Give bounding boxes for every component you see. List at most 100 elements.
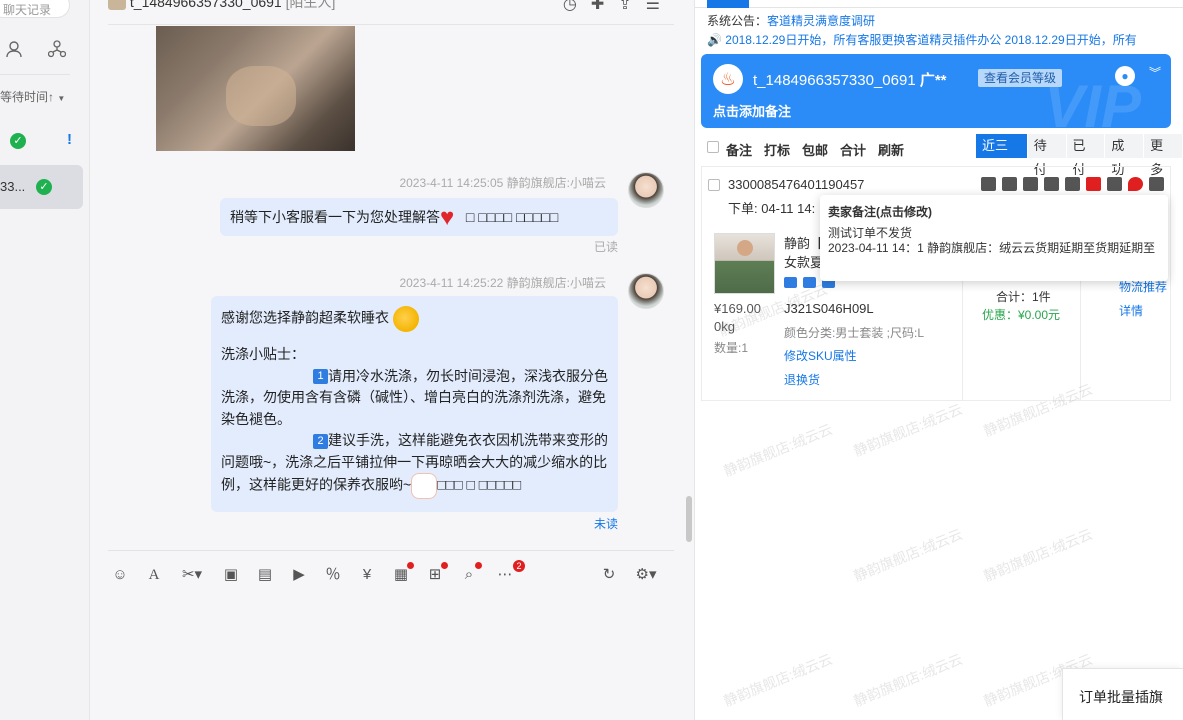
input-toolbar: ☺ A ✂▾ ▣ ▤ ▶ ％ ¥ ▦ ⊞ ⌕ ⋯ 2 ↻ ⚙▾ <box>108 550 674 598</box>
flag-button[interactable]: 打标 <box>764 140 790 159</box>
batch-flag-button[interactable]: 订单批量插旗 <box>1062 668 1183 720</box>
sidebar-icons <box>0 40 90 60</box>
remark-button[interactable]: 备注 <box>726 140 752 159</box>
order-time: 下单: 04-11 14: <box>728 201 816 216</box>
survey-link[interactable]: 客道精灵满意度调研 <box>767 14 875 28</box>
share-icon[interactable]: ⇪ <box>618 0 645 13</box>
order-id[interactable]: 3300085476401190457 <box>728 177 864 192</box>
tag-icon[interactable] <box>981 177 996 191</box>
sort-label: 等待时间↑ <box>0 90 55 104</box>
coupon-icon[interactable]: ¥ <box>357 565 377 585</box>
group-icon[interactable] <box>48 40 66 58</box>
number-1-icon: 1 <box>313 369 328 385</box>
filter-success[interactable]: 成功 <box>1105 134 1145 177</box>
view-level-button[interactable]: 查看会员等级 <box>978 69 1063 87</box>
package-icon[interactable] <box>1023 177 1038 191</box>
number-2-icon: 2 <box>313 433 328 449</box>
tooltip-title[interactable]: 卖家备注(点击修改) <box>828 203 1160 220</box>
stranger-tag: [陌生人] <box>285 0 336 10</box>
checkbox-icon[interactable] <box>1149 177 1164 191</box>
conversation-sidebar: 聊天记录 等待时间↑ ▼ ✓ ! 33... ✓ <box>0 0 90 720</box>
product-price: ¥169.00 <box>714 301 761 316</box>
filter-more[interactable]: 更多 <box>1144 134 1183 177</box>
details-link[interactable]: 详情 <box>1119 302 1143 319</box>
conversation-item[interactable]: ✓ ! <box>0 127 90 157</box>
mail-icon[interactable] <box>1044 177 1059 191</box>
modify-sku-link[interactable]: 修改SKU属性 <box>784 347 857 364</box>
chat-title: t_1484966357330_0691 <box>129 0 282 10</box>
bell-icon[interactable]: ● <box>1115 66 1135 86</box>
watermark: 静韵旗舰店:绒云云 <box>851 650 965 710</box>
file-icon[interactable]: ▤ <box>255 565 275 585</box>
add-remark-link[interactable]: 点击添加备注 <box>713 101 791 120</box>
header-actions: ◷✚⇪☰ <box>563 0 674 14</box>
filter-pending-payment[interactable]: 待付 <box>1027 134 1067 177</box>
message-line: 感谢您选择静韵超柔软睡衣 <box>221 309 389 326</box>
tab-active[interactable] <box>707 0 749 8</box>
filter-three-months[interactable]: 近三月 <box>976 134 1028 177</box>
product-title[interactable]: 静韵【 <box>784 233 823 252</box>
scrollbar[interactable] <box>686 496 692 542</box>
order-discount: 优惠：¥0.00元 <box>982 308 1061 322</box>
location-pin-icon[interactable] <box>1128 177 1143 191</box>
avatar[interactable] <box>628 273 664 309</box>
add-card-icon[interactable]: ⊞ <box>425 562 448 585</box>
scissors-icon[interactable]: ✂▾ <box>178 565 206 585</box>
message-timestamp: 2023-4-11 14:25:05 静韵旗舰店:小喵云 <box>399 176 606 190</box>
discount-icon[interactable]: ％ <box>323 565 343 585</box>
order-filter: 近三月 待付 已付 成功 更多 <box>976 134 1183 177</box>
check-icon: ✓ <box>10 133 26 149</box>
chat-panel: t_1484966357330_0691 [陌生人] ◷✚⇪☰ 2023-4-1… <box>90 0 694 720</box>
product-sku: J321S046H09L <box>784 301 874 316</box>
message-tail: □ □□□□ □□□□□ <box>462 209 559 225</box>
calendar-icon[interactable] <box>1065 177 1080 191</box>
menu-icon[interactable]: ☰ <box>646 0 674 13</box>
copy-icon[interactable] <box>784 277 797 288</box>
flag-icon[interactable] <box>1086 177 1101 191</box>
filter-paid[interactable]: 已付 <box>1066 134 1106 177</box>
add-friend-icon[interactable]: ✚ <box>591 0 618 13</box>
chat-header: t_1484966357330_0691 [陌生人] <box>108 0 335 12</box>
order-icons <box>981 177 1164 191</box>
message-timestamp: 2023-4-11 14:25:22 静韵旗舰店:小喵云 <box>399 276 606 290</box>
image-message[interactable] <box>156 26 355 151</box>
seller-remark-tooltip[interactable]: 卖家备注(点击修改) 测试订单不发货 2023-04-11 14：1 静韵旗舰店… <box>820 195 1168 281</box>
alert-icon: ! <box>67 131 72 148</box>
emoji-icon[interactable]: ☺ <box>110 565 130 585</box>
order-checkbox[interactable] <box>708 179 720 191</box>
settings-icon[interactable]: ⚙▾ <box>632 565 660 585</box>
free-shipping-button[interactable]: 包邮 <box>802 140 828 159</box>
sort-dropdown[interactable]: 等待时间↑ ▼ <box>0 88 65 105</box>
camera-icon[interactable] <box>803 277 816 288</box>
message-bubble[interactable]: 感谢您选择静韵超柔软睡衣 洗涤小贴士： 1 请用冷水洗涤，勿长时间浸泡，深浅衣服分… <box>211 296 618 512</box>
merge-button[interactable]: 合计 <box>840 140 866 159</box>
select-all-checkbox[interactable] <box>707 141 719 153</box>
notice-marquee: 🔊 2018.12.29日开始，所有客服更换客道精灵插件办公 2018.12.2… <box>707 33 1137 47</box>
watermark: 静韵旗舰店:绒云云 <box>721 420 835 480</box>
refund-link[interactable]: 退换货 <box>784 371 820 388</box>
read-status: 已读 <box>593 240 618 254</box>
avatar[interactable] <box>628 172 664 208</box>
order-icon[interactable]: ▦ <box>391 562 414 585</box>
quick-reply-icon[interactable]: ↻ <box>599 565 619 585</box>
product-thumbnail[interactable] <box>714 233 775 294</box>
person-icon[interactable] <box>6 40 22 58</box>
product-quantity: 数量:1 <box>714 341 749 355</box>
search-product-icon[interactable]: ⌕ <box>459 562 482 585</box>
video-icon[interactable]: ▶ <box>289 565 309 585</box>
image-icon[interactable]: ▣ <box>221 565 241 585</box>
more-icon[interactable]: ⋯ 2 <box>495 560 525 585</box>
message-bubble[interactable]: 稍等下小客服看一下为您处理解答♥ □ □□□□ □□□□□ <box>220 198 618 236</box>
refresh-button[interactable]: 刷新 <box>878 140 904 159</box>
note-icon[interactable] <box>1002 177 1017 191</box>
chevron-down-icon[interactable]: ︾ <box>1149 64 1161 81</box>
history-icon[interactable]: ◷ <box>563 0 591 13</box>
watermark: 静韵旗舰店:绒云云 <box>851 525 965 585</box>
user-avatar-small <box>108 0 126 11</box>
conversation-item-selected[interactable]: 33... ✓ <box>0 165 83 209</box>
system-notice: 系统公告：客道精灵满意度调研 <box>707 12 875 29</box>
bookmark-icon[interactable] <box>1107 177 1122 191</box>
search-input[interactable]: 聊天记录 <box>0 0 70 18</box>
sku-attributes: 颜色分类:男士套装 ;尺码:L <box>784 326 925 340</box>
font-icon[interactable]: A <box>144 565 164 585</box>
